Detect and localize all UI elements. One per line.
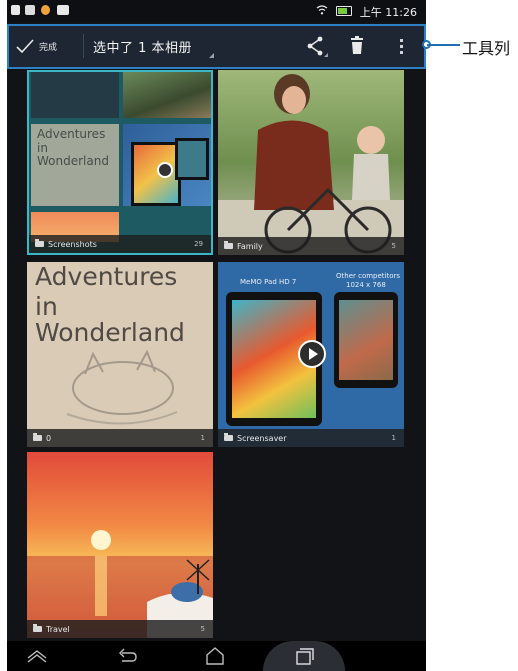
dropdown-indicator-icon [209, 53, 214, 58]
competitor-tablet-image [334, 292, 398, 388]
album-tile-travel[interactable]: Travel 5 [27, 452, 213, 638]
overflow-menu-button[interactable] [395, 34, 407, 58]
album-name: Family [237, 241, 263, 251]
overflow-menu-icon [400, 39, 403, 54]
phone-screen: 上午 11:26 完成 选中了 1 本相册 Adventures in Wond… [7, 0, 426, 671]
competitors-label-line2: 1024 x 768 [346, 281, 386, 289]
collapse-button[interactable] [17, 644, 57, 668]
album-tile-0[interactable]: Adventures in Wonderland 0 1 [27, 262, 213, 447]
mini-thumb-screensaver [123, 124, 211, 206]
folder-icon [224, 433, 233, 441]
folder-icon [33, 433, 42, 441]
album-name: Travel [46, 624, 70, 634]
selection-dropdown[interactable]: 选中了 1 本相册 [93, 32, 214, 60]
album-count: 1 [200, 434, 205, 442]
home-icon [206, 647, 224, 665]
notification-image-icon [57, 5, 69, 15]
action-toolbar: 完成 选中了 1 本相册 [7, 24, 426, 68]
album-name: Screenshots [48, 239, 97, 249]
album-count: 5 [200, 625, 205, 633]
done-label: 完成 [39, 42, 58, 53]
wonderland-title-line1: Adventures [35, 262, 178, 291]
back-button[interactable] [107, 644, 147, 668]
trash-icon [351, 36, 363, 54]
back-icon [119, 648, 137, 662]
notification-app-icon [41, 5, 50, 15]
toolbar-divider [83, 34, 84, 58]
mini-wonderland-line1: Adventures [37, 127, 106, 141]
recents-button[interactable] [285, 644, 325, 668]
share-icon [307, 36, 328, 57]
album-footer: Travel 5 [27, 620, 213, 638]
play-icon [298, 340, 326, 368]
notification-sd-icon [25, 5, 35, 15]
folder-icon [224, 241, 233, 249]
folder-icon [35, 239, 44, 247]
album-footer: Screenshots 29 [29, 235, 211, 253]
family-photo [218, 70, 404, 255]
folder-icon [33, 624, 42, 632]
done-button[interactable]: 完成 [15, 30, 77, 62]
annotation-leader-line [427, 44, 460, 46]
album-count: 29 [194, 240, 203, 248]
status-bar: 上午 11:26 [7, 0, 426, 22]
mini-thumb-top [31, 72, 119, 118]
recents-icon [296, 648, 314, 665]
notification-file-icon [11, 5, 20, 15]
collapse-icon [27, 650, 47, 663]
cat-sketch-illustration [66, 349, 178, 425]
album-tile-screenshots[interactable]: Adventures in Wonderland Screenshots 29 [27, 70, 213, 255]
checkmark-icon [16, 39, 34, 54]
battery-icon [336, 6, 352, 16]
album-footer: Family 5 [218, 237, 404, 255]
memo-model-label: MeMO Pad HD 7 [240, 278, 297, 286]
album-name: 0 [46, 433, 52, 443]
mini-wonderland-line2: in Wonderland [37, 141, 109, 168]
annotation-label: 工具列 [462, 39, 511, 58]
album-footer: 0 1 [27, 429, 213, 447]
album-count: 1 [391, 434, 396, 442]
competitors-label-line1: Other competitors [336, 272, 401, 280]
status-time: 上午 11:26 [359, 6, 417, 19]
album-tile-family[interactable]: Family 5 [218, 70, 404, 255]
share-button[interactable] [304, 34, 328, 58]
wifi-icon [316, 5, 328, 15]
album-name: Screensaver [237, 433, 287, 443]
selection-label: 选中了 1 本相册 [93, 40, 193, 56]
album-tile-screensaver[interactable]: MeMO Pad HD 7 Other competitors 1024 x 7… [218, 262, 404, 447]
album-count: 5 [391, 242, 396, 250]
mini-thumb-wonderland: Adventures in Wonderland [31, 124, 119, 206]
album-footer: Screensaver 1 [218, 429, 404, 447]
sunset-photo [27, 452, 213, 638]
delete-button[interactable] [347, 34, 367, 58]
home-button[interactable] [195, 644, 235, 668]
mini-thumb-bike [123, 72, 211, 118]
